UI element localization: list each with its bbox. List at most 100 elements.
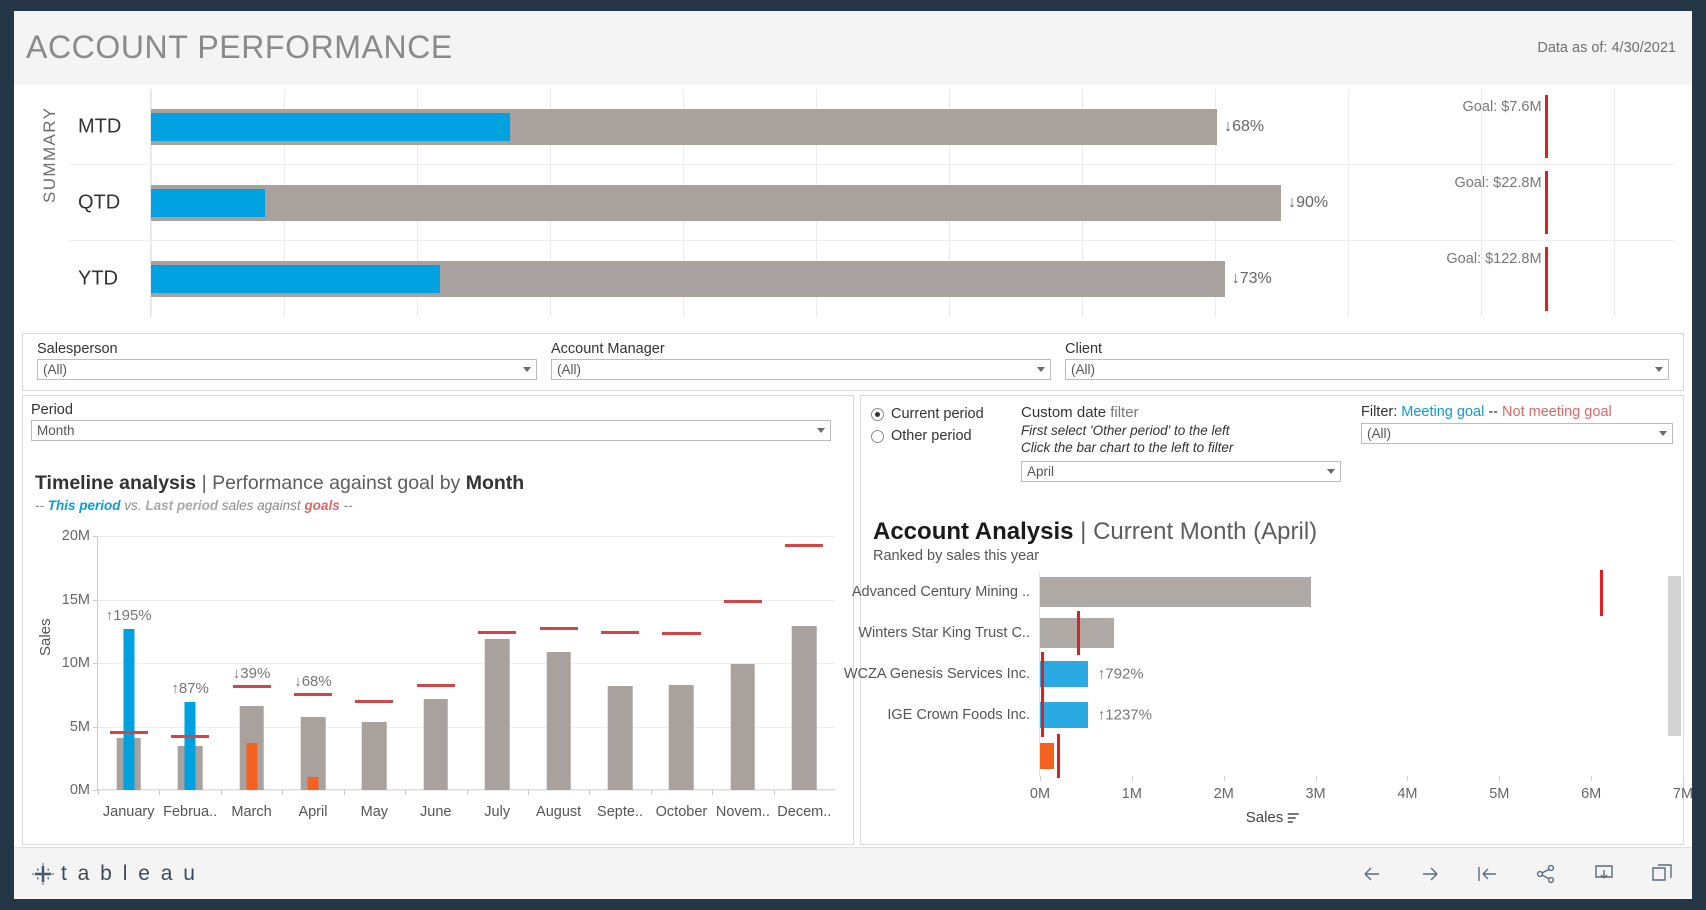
account-sales-bar[interactable] xyxy=(1040,577,1311,608)
filter-salesperson-select[interactable]: (All) xyxy=(37,359,537,380)
account-row[interactable]: IGE Crown Foods Inc. ↑1237% xyxy=(887,692,1683,737)
y-axis-tick-label: 15M xyxy=(61,591,90,608)
timeline-bar-group[interactable]: ↑195% January xyxy=(98,536,159,820)
timeline-bar-group[interactable]: Novem.. xyxy=(712,536,773,820)
fullscreen-icon[interactable] xyxy=(1650,862,1674,886)
account-sales-bar[interactable] xyxy=(1040,660,1088,687)
account-sales-bar[interactable] xyxy=(1040,742,1054,769)
account-sales-bar[interactable] xyxy=(1040,701,1088,728)
last-period-bar[interactable] xyxy=(607,685,633,790)
radio-option-current-period[interactable]: Current period xyxy=(871,406,984,422)
custom-date-value: April xyxy=(1027,464,1055,479)
x-axis-tick-label[interactable]: August xyxy=(536,804,581,820)
tableau-wordmark: t a b l e a u xyxy=(61,861,198,885)
summary-row-label: YTD xyxy=(78,267,118,290)
forward-arrow-icon[interactable] xyxy=(1418,862,1442,886)
chevron-down-icon xyxy=(1327,469,1335,474)
account-x-tick-label: 0M xyxy=(1029,786,1051,802)
x-axis-tick-label[interactable]: Novem.. xyxy=(716,804,770,820)
x-axis-tick-label[interactable]: May xyxy=(361,804,388,820)
timeline-bar-group[interactable]: ↓39% March xyxy=(220,536,282,820)
share-icon[interactable] xyxy=(1534,862,1558,886)
this-period-bar-above-goal[interactable] xyxy=(123,628,135,790)
account-x-tick-label: 1M xyxy=(1121,786,1142,802)
x-tick-mark xyxy=(650,790,652,795)
filter-client: Client (All) xyxy=(1065,341,1669,380)
timeline-bar-group[interactable]: ↓68% April xyxy=(282,536,343,820)
chevron-down-icon xyxy=(1659,431,1667,436)
last-period-bar[interactable] xyxy=(669,685,694,790)
x-tick-mark xyxy=(589,790,591,795)
last-period-bar[interactable] xyxy=(484,638,510,790)
account-name-label[interactable]: IGE Crown Foods Inc. xyxy=(887,707,1040,723)
timeline-bar-group[interactable]: August xyxy=(527,536,589,820)
account-name-label[interactable]: Advanced Century Mining .. xyxy=(852,584,1040,600)
timeline-title-sep: | xyxy=(201,472,207,494)
x-axis-tick-label[interactable]: April xyxy=(298,804,327,820)
summary-goal-label: Goal: $22.8M xyxy=(1454,175,1542,191)
filter-account-manager-select[interactable]: (All) xyxy=(551,359,1051,380)
goal-filter-select[interactable]: (All) xyxy=(1361,423,1673,444)
period-label: Period xyxy=(31,402,73,418)
sort-descending-icon[interactable] xyxy=(1287,812,1299,823)
goal-reference-line xyxy=(293,692,332,696)
x-tick-mark xyxy=(405,790,407,795)
timeline-bar-group[interactable]: Septe.. xyxy=(589,536,650,820)
summary-row-plot: ↓90% Goal: $22.8M xyxy=(150,165,1674,240)
x-axis-tick-label[interactable]: June xyxy=(420,804,451,820)
x-axis-tick-label[interactable]: Septe.. xyxy=(597,804,643,820)
account-row[interactable]: Winters Star King Trust C.. xyxy=(858,611,1683,656)
radio-option-other-period[interactable]: Other period xyxy=(871,428,984,444)
x-axis-tick-label[interactable]: January xyxy=(103,804,155,820)
radio-button-icon[interactable] xyxy=(871,429,884,443)
account-row[interactable]: WCZA Genesis Services Inc. ↑792% xyxy=(844,651,1683,696)
period-select[interactable]: Month xyxy=(31,420,831,441)
last-period-bar[interactable] xyxy=(362,722,387,790)
summary-row-plot: ↓68% Goal: $7.6M xyxy=(150,89,1674,164)
timeline-bar-group[interactable]: May xyxy=(343,536,405,820)
account-x-tick-mark xyxy=(1040,776,1041,781)
account-name-label[interactable]: Winters Star King Trust C.. xyxy=(858,625,1040,641)
summary-delta-label: ↓90% xyxy=(1288,193,1329,211)
summary-row: YTD ↓73% Goal: $122.8M xyxy=(70,241,1674,317)
timeline-bar-group[interactable]: October xyxy=(650,536,712,820)
x-tick-mark xyxy=(220,790,222,795)
goal-filter-prefix: Filter: xyxy=(1361,404,1398,420)
account-row[interactable] xyxy=(1040,733,1683,778)
tableau-mark-icon xyxy=(32,862,54,885)
aa-title-bold: Account Analysis xyxy=(873,518,1074,545)
custom-date-select[interactable]: April xyxy=(1021,461,1341,482)
goal-reference-line xyxy=(785,543,824,547)
timeline-bar-group[interactable]: ↑87% Februa.. xyxy=(159,536,220,820)
x-axis-tick-label[interactable]: July xyxy=(484,804,510,820)
timeline-plot-area[interactable]: 0M 5M 10M 15M 20M ↑195% January ↑87% Februa.. ↓39… xyxy=(62,528,835,820)
last-period-bar[interactable] xyxy=(423,698,449,790)
account-list-scrollbar[interactable] xyxy=(1668,576,1681,736)
timeline-bar-group[interactable]: Decem.. xyxy=(773,536,835,820)
timeline-bar-group[interactable]: July xyxy=(466,536,528,820)
timeline-bar-group[interactable]: June xyxy=(405,536,466,820)
x-axis-tick-label[interactable]: Februa.. xyxy=(163,804,217,820)
radio-button-icon[interactable] xyxy=(871,407,884,421)
summary-rows: MTD ↓68% Goal: $7.6M QTD ↓90% Goal: $22.8M YTD… xyxy=(70,89,1674,325)
x-axis-tick-label[interactable]: March xyxy=(231,804,271,820)
filter-client-select[interactable]: (All) xyxy=(1065,359,1669,380)
y-axis-tick-label: 10M xyxy=(61,655,90,671)
last-period-bar[interactable] xyxy=(546,651,571,790)
download-icon[interactable] xyxy=(1592,862,1616,886)
this-period-bar-above-goal[interactable] xyxy=(184,701,196,790)
last-period-bar[interactable] xyxy=(792,626,817,790)
goal-filter-meeting: Meeting goal xyxy=(1401,404,1485,420)
account-row[interactable]: Advanced Century Mining .. xyxy=(852,570,1683,615)
x-axis-tick-label[interactable]: Decem.. xyxy=(777,804,831,820)
account-plot-area[interactable]: 0M 1M 2M 3M 4M 5M 6M 7M Advanced Century Mining … xyxy=(844,570,1693,802)
this-period-bar-below-goal[interactable] xyxy=(246,743,258,790)
this-period-bar-below-goal[interactable] xyxy=(307,776,319,790)
last-period-bar[interactable] xyxy=(730,664,756,790)
revert-icon[interactable] xyxy=(1476,862,1500,886)
account-goal-marker xyxy=(1076,611,1080,656)
back-arrow-icon[interactable] xyxy=(1360,862,1384,886)
timeline-data-label: ↑87% xyxy=(171,679,209,697)
account-name-label[interactable]: WCZA Genesis Services Inc. xyxy=(844,666,1040,682)
x-axis-tick-label[interactable]: October xyxy=(656,804,708,820)
